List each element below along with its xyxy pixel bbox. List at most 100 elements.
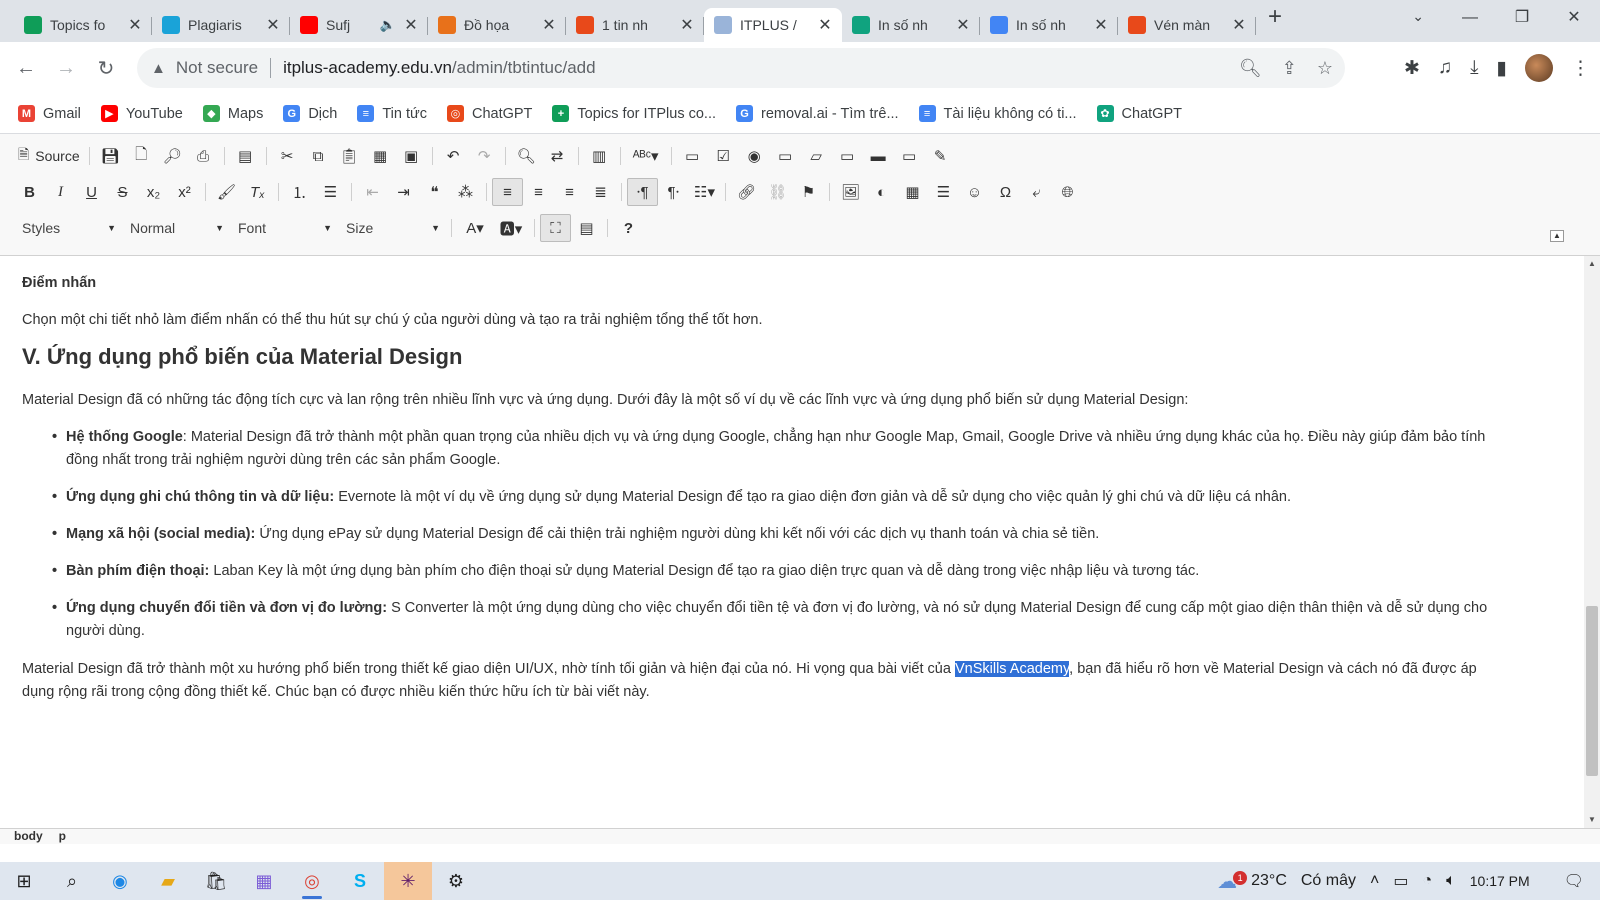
numbered-list-icon[interactable]: ⒈ <box>284 178 315 206</box>
format-combo[interactable]: Normal ▼ <box>122 216 230 240</box>
forward-icon[interactable]: → <box>46 57 86 80</box>
extensions-icon[interactable]: ✱ <box>1404 57 1420 80</box>
browser-tab[interactable]: 1 tin nh ✕ <box>566 8 704 42</box>
superscript-icon[interactable]: x² <box>169 178 200 206</box>
bookmark-item[interactable]: ≡ Tin tức <box>357 105 427 122</box>
bg-color-icon[interactable]: 🅰︎▾ <box>493 214 529 242</box>
browser-tab[interactable]: Topics fo ✕ <box>14 8 152 42</box>
preview-icon[interactable]: 🔎︎ <box>157 142 188 170</box>
bookmark-item[interactable]: M Gmail <box>18 105 81 122</box>
radio-icon[interactable]: ◉ <box>739 142 770 170</box>
tab-search-chevron-icon[interactable]: ⌄ <box>1412 8 1424 25</box>
bookmark-item[interactable]: ≡ Tài liệu không có ti... <box>918 105 1077 122</box>
special-char-icon[interactable]: Ω <box>990 178 1021 206</box>
editor-scrollbar[interactable]: ▲ ▼ <box>1584 256 1600 828</box>
unlink-icon[interactable]: ⛓ <box>762 178 793 206</box>
italic-icon[interactable]: I <box>45 178 76 206</box>
align-left-icon[interactable]: ≡ <box>492 178 523 206</box>
justify-icon[interactable]: ≣ <box>585 178 616 206</box>
new-tab-button[interactable]: + <box>1268 2 1282 36</box>
image-icon[interactable]: 🖼︎ <box>835 178 866 206</box>
bookmark-item[interactable]: ✿ ChatGPT <box>1096 105 1182 122</box>
close-tab-icon[interactable]: ✕ <box>126 15 144 35</box>
paste-text-icon[interactable]: ▦ <box>365 142 396 170</box>
settings-gear-icon[interactable]: ⚙ <box>432 862 480 900</box>
find-icon[interactable]: 🔍︎ <box>511 142 542 170</box>
source-button[interactable]: 🗎 Source <box>14 144 84 168</box>
browser-tab[interactable]: Plagiaris ✕ <box>152 8 290 42</box>
download-icon[interactable]: ⤓ <box>1470 57 1478 79</box>
checkbox-icon[interactable]: ☑ <box>708 142 739 170</box>
textarea-icon[interactable]: ▱ <box>801 142 832 170</box>
collapse-toolbar-icon[interactable]: ▲ <box>1550 230 1564 242</box>
ltr-icon[interactable]: ⸱¶ <box>627 178 658 206</box>
reload-icon[interactable]: ↻ <box>86 56 126 81</box>
notification-icon[interactable]: 🗨︎ <box>1564 871 1584 891</box>
editor-content[interactable]: Điểm nhấn Chọn một chi tiết nhỏ làm điểm… <box>0 256 1584 828</box>
windows-start-icon[interactable]: ⊞ <box>0 862 48 900</box>
form-icon[interactable]: ▭ <box>677 142 708 170</box>
rtl-icon[interactable]: ¶⸱ <box>658 178 689 206</box>
edge-icon[interactable]: ◉ <box>96 862 144 900</box>
align-center-icon[interactable]: ≡ <box>523 178 554 206</box>
skype-icon[interactable]: S <box>336 862 384 900</box>
close-tab-icon[interactable]: ✕ <box>402 15 420 35</box>
table-icon[interactable]: ▦ <box>897 178 928 206</box>
clock[interactable]: 10:17 PM <box>1470 873 1530 889</box>
save-icon[interactable]: 💾︎ <box>95 142 126 170</box>
back-icon[interactable]: ← <box>6 57 46 80</box>
chrome-icon[interactable]: ◎ <box>288 862 336 900</box>
help-icon[interactable]: ? <box>613 214 644 242</box>
bulleted-list-icon[interactable]: ☰ <box>315 178 346 206</box>
select-all-icon[interactable]: ▥ <box>584 142 615 170</box>
anchor-flag-icon[interactable]: ⚑ <box>793 178 824 206</box>
close-tab-icon[interactable]: ✕ <box>816 15 834 35</box>
store-icon[interactable]: 🛍︎ <box>192 862 240 900</box>
close-tab-icon[interactable]: ✕ <box>540 15 558 35</box>
bookmark-star-icon[interactable]: ☆ <box>1317 58 1333 79</box>
horizontal-line-icon[interactable]: ☰ <box>928 178 959 206</box>
new-page-icon[interactable]: 🗋 <box>126 142 157 170</box>
wifi-icon[interactable]: ◔ <box>1422 872 1432 890</box>
hidden-field-icon[interactable]: ✎ <box>925 142 956 170</box>
flash-icon[interactable]: ◐ <box>866 178 897 206</box>
volume-icon[interactable]: 🔈︎ <box>1446 872 1456 890</box>
bookmark-item[interactable]: ◆ Maps <box>202 105 263 122</box>
redo-icon[interactable]: ↷ <box>469 142 500 170</box>
close-window-icon[interactable]: ✕ <box>1548 0 1600 36</box>
browser-tab[interactable]: In số nh ✕ <box>980 8 1118 42</box>
browser-tab[interactable]: ITPLUS / ✕ <box>704 8 842 42</box>
div-container-icon[interactable]: ⁂ <box>450 178 481 206</box>
media-control-icon[interactable]: ♫ <box>1438 57 1452 79</box>
bookmark-item[interactable]: + Topics for ITPlus co... <box>552 105 716 122</box>
tab-audio-icon[interactable]: 🔈 <box>380 17 396 33</box>
image-button-icon[interactable]: ▭ <box>894 142 925 170</box>
print-icon[interactable]: ⎙ <box>188 142 219 170</box>
copy-format-icon[interactable]: 🖌︎ <box>211 178 242 206</box>
size-combo[interactable]: Size ▼ <box>338 216 446 240</box>
smiley-icon[interactable]: ☺ <box>959 178 990 206</box>
paste-word-icon[interactable]: ▣ <box>396 142 427 170</box>
minimize-icon[interactable]: — <box>1444 0 1496 36</box>
slack-icon[interactable]: ✳ <box>384 862 432 900</box>
blockquote-icon[interactable]: ❝ <box>419 178 450 206</box>
iframe-globe-icon[interactable]: 🌐︎ <box>1052 178 1083 206</box>
menu-kebab-icon[interactable]: ⋮ <box>1571 57 1590 80</box>
underline-icon[interactable]: U <box>76 178 107 206</box>
replace-icon[interactable]: ⇄ <box>542 142 573 170</box>
search-icon[interactable]: ⌕ <box>48 862 96 900</box>
link-icon[interactable]: 🔗︎ <box>731 178 762 206</box>
side-panel-icon[interactable]: ▮ <box>1497 57 1507 80</box>
bookmark-item[interactable]: ▶ YouTube <box>100 105 183 122</box>
warning-icon[interactable]: ▲ <box>151 60 166 77</box>
indent-icon[interactable]: ⇥ <box>388 178 419 206</box>
close-tab-icon[interactable]: ✕ <box>1092 15 1110 35</box>
select-field-icon[interactable]: ▭ <box>832 142 863 170</box>
scroll-thumb[interactable] <box>1586 606 1598 776</box>
zoom-icon[interactable]: 🔍︎ <box>1239 58 1262 79</box>
remove-format-icon[interactable]: Tₓ <box>242 178 273 206</box>
bold-icon[interactable]: B <box>14 178 45 206</box>
bookmark-item[interactable]: G Dịch <box>283 105 337 122</box>
browser-tab[interactable]: Sufj 🔈 ✕ <box>290 8 428 42</box>
scroll-up-icon[interactable]: ▲ <box>1584 256 1600 272</box>
